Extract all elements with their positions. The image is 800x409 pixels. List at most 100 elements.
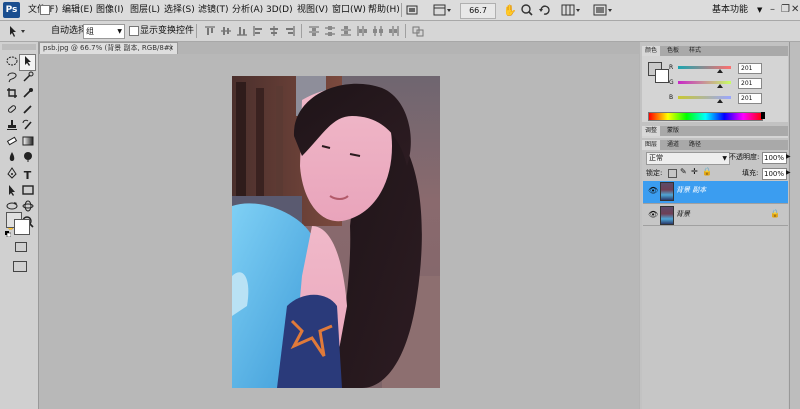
menu-filter[interactable]: 滤镜(T)	[198, 0, 229, 20]
screen-mode-tool-icon[interactable]	[13, 261, 27, 272]
eraser-tool-icon[interactable]	[4, 135, 19, 150]
align-right-icon[interactable]	[284, 25, 296, 37]
layer-row-background-copy[interactable]: 👁 背景 副本	[643, 181, 788, 204]
distribute-top-icon[interactable]	[308, 25, 320, 37]
bridge-icon[interactable]	[405, 2, 419, 18]
color-panel-background-swatch[interactable]	[655, 69, 669, 83]
eyedropper-tool-icon[interactable]	[20, 87, 35, 102]
distribute-vertical-center-icon[interactable]	[324, 25, 336, 37]
dodge-tool-icon[interactable]	[20, 151, 35, 166]
show-transform-controls-checkbox[interactable]	[129, 26, 139, 36]
lock-transparent-pixels-icon[interactable]	[668, 169, 677, 178]
menu-layer[interactable]: 图层(L)	[130, 0, 160, 20]
channel-value-b[interactable]: 201	[738, 93, 762, 104]
layer-row-background[interactable]: 👁 背景 🔒	[643, 205, 788, 226]
zoom-level[interactable]: 66.7	[460, 3, 496, 19]
distribute-left-icon[interactable]	[356, 25, 368, 37]
type-tool-icon[interactable]: T	[20, 168, 35, 183]
tab-paths[interactable]: 路径	[686, 140, 704, 150]
menu-view[interactable]: 视图(V)	[297, 0, 328, 20]
spectrum-black-swatch[interactable]	[761, 112, 765, 119]
quick-selection-tool-icon[interactable]	[20, 71, 35, 86]
slider-thumb[interactable]	[716, 99, 723, 103]
menu-select[interactable]: 选择(S)	[164, 0, 195, 20]
menu-image[interactable]: 图像(I)	[96, 0, 124, 20]
auto-select-dropdown[interactable]: 组 ▼	[83, 24, 125, 39]
chevron-right-icon[interactable]: ▶	[786, 169, 791, 176]
menu-help[interactable]: 帮助(H)	[368, 0, 400, 20]
auto-align-layers-icon[interactable]	[412, 25, 424, 37]
layer-thumbnail[interactable]	[660, 206, 674, 225]
fill-input[interactable]: 100%	[762, 168, 787, 180]
tab-styles[interactable]: 样式	[686, 46, 704, 56]
chevron-down-icon[interactable]: ▼	[757, 0, 762, 20]
eye-icon[interactable]: 👁	[648, 210, 658, 219]
extras-icon[interactable]	[560, 2, 584, 18]
tab-color[interactable]: 颜色	[642, 46, 661, 56]
menu-3d[interactable]: 3D(D)	[266, 0, 293, 20]
close-icon[interactable]: ✕	[791, 5, 799, 15]
screen-mode-icon[interactable]	[592, 2, 616, 18]
menu-edit[interactable]: 编辑(E)	[62, 0, 93, 20]
restore-icon[interactable]: ❐	[781, 5, 790, 15]
document-tab[interactable]: psb.jpg @ 66.7% (背景 副本, RGB/8#) * ×	[39, 42, 178, 63]
lock-image-pixels-icon[interactable]: ✎	[680, 167, 687, 176]
tab-channels[interactable]: 通道	[664, 140, 682, 150]
layer-name[interactable]: 背景	[676, 205, 690, 224]
channel-slider-g[interactable]	[678, 81, 731, 88]
blend-mode-dropdown[interactable]: 正常 ▼	[646, 152, 730, 165]
auto-select-checkbox[interactable]	[40, 5, 50, 15]
distribute-bottom-icon[interactable]	[340, 25, 352, 37]
lasso-tool-icon[interactable]	[4, 71, 19, 86]
layer-name[interactable]: 背景 副本	[676, 181, 706, 200]
photo-image[interactable]	[232, 76, 440, 388]
slider-thumb[interactable]	[716, 84, 723, 88]
color-spectrum-bar[interactable]	[648, 112, 763, 121]
brush-tool-icon[interactable]	[20, 103, 35, 118]
move-tool-preset-icon[interactable]	[6, 24, 28, 38]
crop-tool-icon[interactable]	[4, 87, 19, 102]
opacity-input[interactable]: 100%	[762, 152, 787, 164]
align-left-icon[interactable]	[252, 25, 264, 37]
path-selection-tool-icon[interactable]	[4, 184, 19, 199]
distribute-right-icon[interactable]	[388, 25, 400, 37]
chevron-right-icon[interactable]: ▶	[786, 153, 791, 160]
background-color-swatch[interactable]	[14, 219, 30, 235]
tab-layers[interactable]: 图层	[642, 140, 661, 150]
channel-slider-b[interactable]	[678, 96, 731, 103]
hand-tool-icon[interactable]: ✋	[503, 2, 517, 18]
rotate-view-icon[interactable]	[537, 2, 551, 18]
tab-swatches[interactable]: 色板	[664, 46, 682, 56]
tab-adjustments[interactable]: 调整	[642, 126, 661, 136]
history-brush-tool-icon[interactable]	[20, 119, 35, 134]
channel-slider-r[interactable]	[678, 66, 731, 73]
lock-all-icon[interactable]: 🔒	[702, 167, 712, 176]
channel-value-g[interactable]: 201	[738, 78, 762, 89]
close-icon[interactable]: ×	[168, 43, 174, 54]
healing-brush-tool-icon[interactable]	[4, 103, 19, 118]
zoom-tool-icon[interactable]	[520, 2, 534, 18]
3d-orbit-tool-icon[interactable]	[20, 200, 35, 215]
move-tool-icon[interactable]	[19, 54, 36, 71]
quick-mask-icon[interactable]	[15, 242, 27, 252]
panel-collapse-strip[interactable]	[789, 42, 800, 409]
gradient-tool-icon[interactable]	[20, 135, 35, 150]
marquee-tool-icon[interactable]	[4, 55, 19, 70]
lock-position-icon[interactable]: ✛	[691, 167, 698, 176]
slider-thumb[interactable]	[716, 69, 723, 73]
align-vertical-center-icon[interactable]	[220, 25, 232, 37]
workspace-switcher[interactable]: 基本功能	[712, 0, 748, 20]
align-bottom-icon[interactable]	[236, 25, 248, 37]
layer-thumbnail[interactable]	[660, 182, 674, 201]
align-top-icon[interactable]	[204, 25, 216, 37]
menu-analysis[interactable]: 分析(A)	[232, 0, 263, 20]
eye-icon[interactable]: 👁	[648, 186, 658, 195]
clone-stamp-tool-icon[interactable]	[4, 119, 19, 134]
minimize-icon[interactable]: –	[770, 5, 775, 15]
default-colors-icon[interactable]	[5, 230, 12, 238]
menu-window[interactable]: 窗口(W)	[332, 0, 366, 20]
pen-tool-icon[interactable]	[4, 167, 19, 182]
rectangle-tool-icon[interactable]	[20, 184, 35, 199]
align-horizontal-center-icon[interactable]	[268, 25, 280, 37]
channel-value-r[interactable]: 201	[738, 63, 762, 74]
